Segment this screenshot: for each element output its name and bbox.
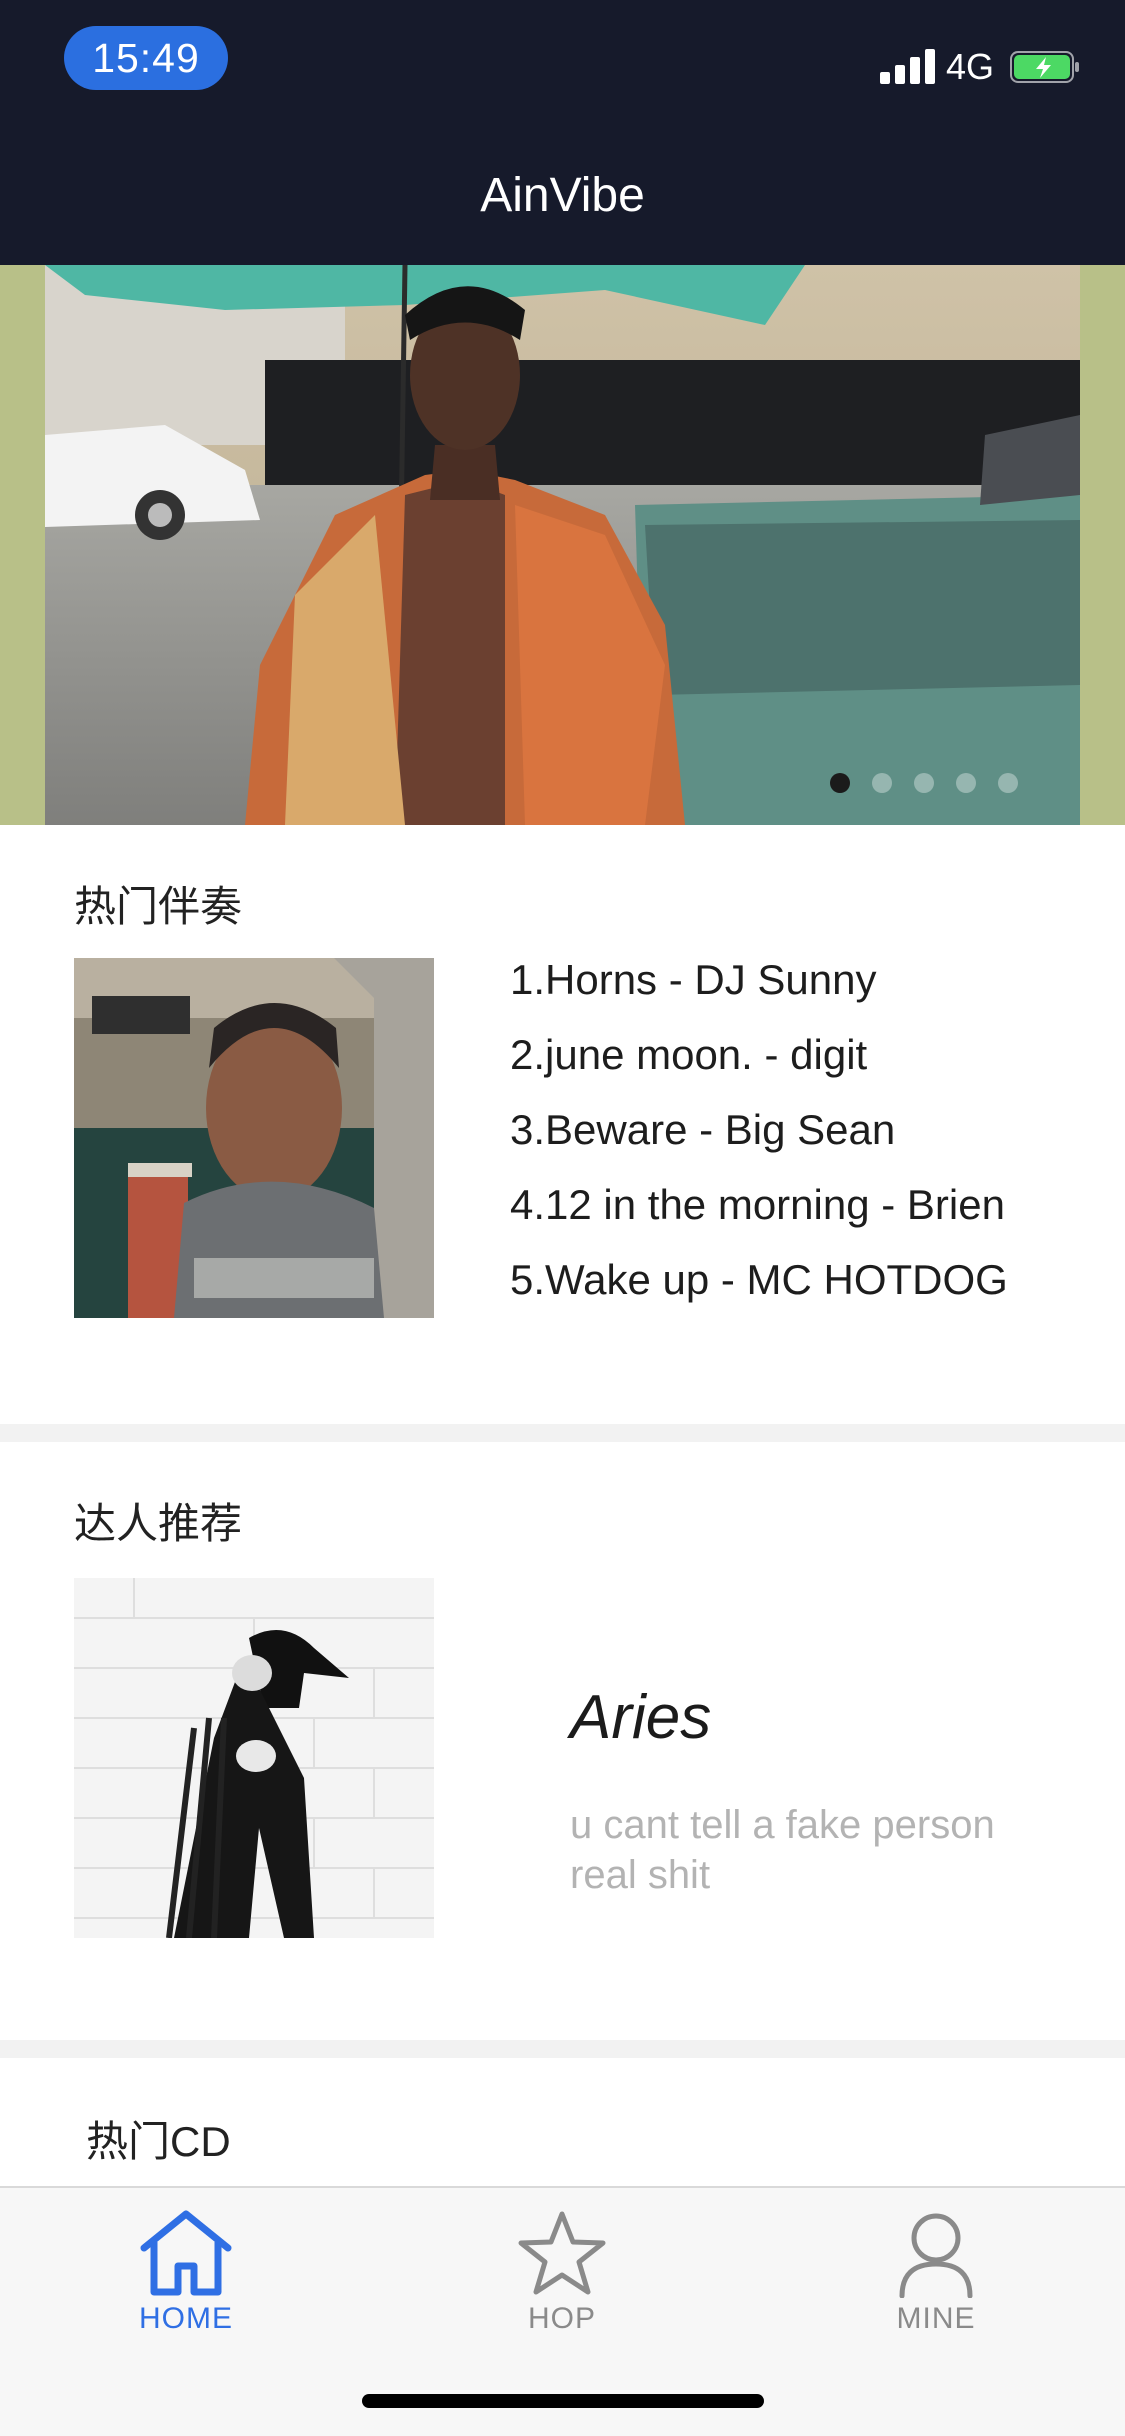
track-list: 1.Horns - DJ Sunny 2.june moon. - digit … [510,955,1008,1330]
network-type: 4G [946,46,995,87]
carousel-dot[interactable] [872,773,892,793]
artist-photo[interactable] [74,1578,434,1938]
carousel-dot[interactable] [956,773,976,793]
accompaniment-cover[interactable] [74,958,434,1318]
home-icon [140,2210,232,2296]
banner-image[interactable] [45,265,1080,825]
signal-icon [880,48,936,84]
section-divider [0,1424,1125,1442]
section-title-hot-cd: 热门CD [86,2118,231,2165]
home-indicator[interactable] [362,2394,764,2408]
section-divider [0,2040,1125,2058]
tab-hop[interactable]: HOP [462,2208,662,2336]
carousel-dot[interactable] [914,773,934,793]
status-bar: 15:49 4G [0,0,1125,120]
header: 15:49 4G AinVibe [0,0,1125,265]
tab-home[interactable]: HOME [86,2208,286,2336]
tab-home-label: HOME [139,2302,233,2335]
artist-quote: u cant tell a fake person real shit [570,1803,995,1897]
track-item[interactable]: 2.june moon. - digit [510,1030,1008,1105]
star-icon [518,2211,606,2295]
app-title: AinVibe [480,169,645,222]
track-item[interactable]: 4.12 in the morning - Brien [510,1180,1008,1255]
track-item[interactable]: 3.Beware - Big Sean [510,1105,1008,1180]
track-item[interactable]: 5.Wake up - MC HOTDOG [510,1255,1008,1330]
section-title-hot-accompaniment: 热门伴奏 [74,883,243,930]
track-item[interactable]: 1.Horns - DJ Sunny [510,955,1008,1030]
battery-charging-icon [1010,51,1079,83]
tab-mine[interactable]: MINE [836,2208,1036,2336]
tab-mine-label: MINE [896,2302,976,2335]
person-icon [899,2213,973,2298]
section-title-recommended: 达人推荐 [74,1500,243,1547]
banner-carousel[interactable] [0,265,1125,825]
tab-hop-label: HOP [527,2302,596,2335]
carousel-dots[interactable] [830,773,1018,793]
status-time: 15:49 [64,26,228,90]
carousel-dot-active[interactable] [830,773,850,793]
carousel-dot[interactable] [998,773,1018,793]
artist-name[interactable]: Aries [570,1682,711,1753]
